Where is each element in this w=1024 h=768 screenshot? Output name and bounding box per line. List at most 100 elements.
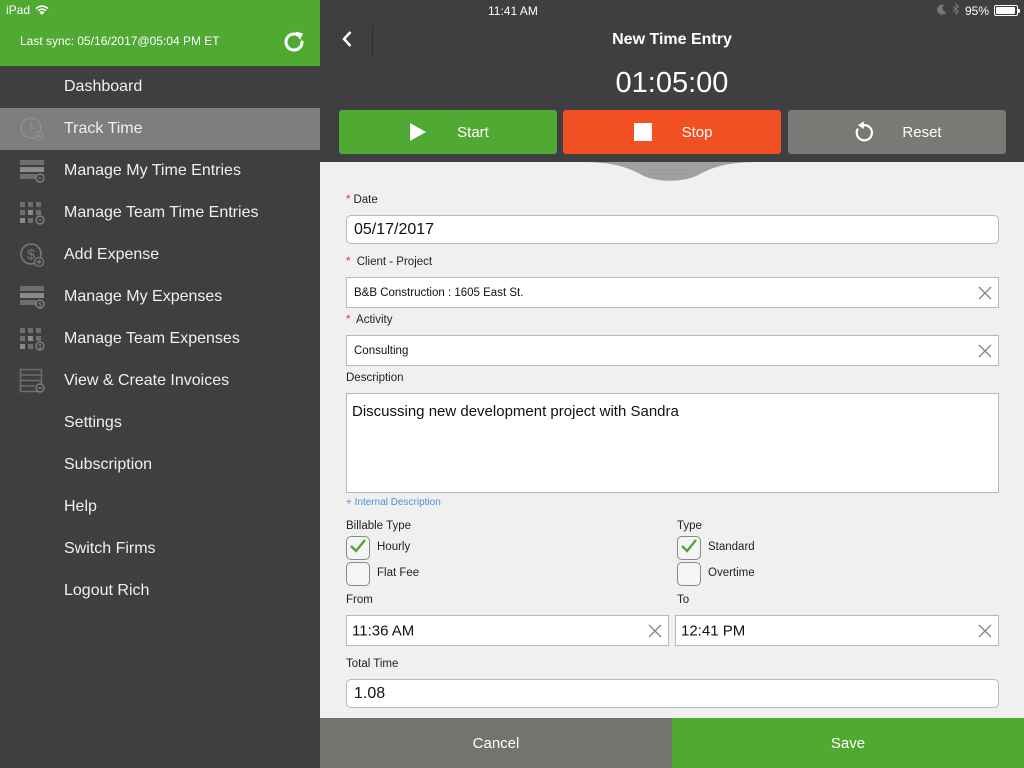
sidebar-item-view-create-invoices[interactable]: View & Create Invoices — [0, 360, 320, 402]
checkmark-icon — [680, 538, 698, 559]
battery-icon — [994, 5, 1020, 16]
activity-label: * Activity — [346, 314, 392, 326]
date-value: 05/17/2017 — [354, 220, 435, 238]
client-project-label: * Client - Project — [346, 256, 432, 268]
billable-type-label: Billable Type — [346, 520, 411, 532]
sidebar-item-label: Settings — [64, 414, 122, 431]
total-time-label: Total Time — [346, 658, 399, 670]
hourly-checkbox[interactable] — [346, 536, 370, 560]
start-label: Start — [457, 123, 489, 141]
date-label: * Date — [346, 194, 378, 206]
sidebar-item-label: Dashboard — [64, 78, 143, 95]
client-project-label-text: Client - Project — [356, 256, 433, 268]
client-project-field[interactable]: B&B Construction : 1605 East St. — [346, 277, 999, 308]
description-value: Discussing new development project with … — [352, 403, 679, 420]
sidebar-item-manage-team-time-entries[interactable]: Manage Team Time Entries — [0, 192, 320, 234]
sidebar-item-help[interactable]: Help — [0, 486, 320, 528]
play-icon — [407, 121, 429, 143]
sidebar-item-logout[interactable]: Logout Rich — [0, 570, 320, 612]
timer-display: 01:05:00 — [615, 67, 729, 99]
hourly-label: Hourly — [377, 541, 411, 553]
moon-icon — [937, 4, 947, 18]
collapse-handle[interactable] — [580, 162, 760, 186]
sidebar-item-add-expense[interactable]: $ Add Expense — [0, 234, 320, 276]
sidebar-item-label: View & Create Invoices — [64, 372, 230, 389]
sidebar-item-manage-team-expenses[interactable]: $ Manage Team Expenses — [0, 318, 320, 360]
client-project-value: B&B Construction : 1605 East St. — [354, 286, 524, 299]
bluetooth-icon — [952, 2, 960, 18]
sidebar-item-dashboard[interactable]: Dashboard — [0, 66, 320, 108]
clear-icon[interactable] — [978, 286, 992, 300]
invoice-icon — [19, 368, 45, 394]
sidebar-item-manage-my-expenses[interactable]: $ Manage My Expenses — [0, 276, 320, 318]
required-marker: * — [346, 314, 351, 326]
main-panel: 11:41 AM 95% New Time Entry 01:05:00 Sta… — [320, 0, 1024, 768]
grid-clock-icon — [19, 200, 45, 226]
sidebar-item-label: Switch Firms — [64, 540, 156, 557]
sidebar-item-label: Manage My Expenses — [64, 288, 223, 305]
total-time-value: 1.08 — [354, 684, 386, 702]
reset-icon — [852, 121, 874, 143]
description-field[interactable]: Discussing new development project with … — [346, 393, 999, 493]
stop-button[interactable]: Stop — [563, 110, 781, 154]
to-time-field[interactable]: 12:41 PM — [675, 615, 999, 646]
sidebar-item-track-time[interactable]: Track Time — [0, 108, 320, 150]
reset-button[interactable]: Reset — [788, 110, 1006, 154]
status-bar-left: iPad — [6, 3, 49, 17]
clear-icon[interactable] — [648, 624, 662, 638]
start-button[interactable]: Start — [339, 110, 557, 154]
standard-checkbox[interactable] — [677, 536, 701, 560]
from-time-value: 11:36 AM — [352, 622, 415, 639]
activity-field[interactable]: Consulting — [346, 335, 999, 366]
reset-label: Reset — [902, 123, 942, 141]
date-field[interactable]: 05/17/2017 — [346, 215, 999, 244]
overtime-label: Overtime — [708, 567, 755, 579]
list-dollar-icon: $ — [19, 284, 45, 310]
sidebar-nav: Dashboard Track Time Manage My Time Entr… — [0, 66, 320, 612]
device-name: iPad — [6, 3, 31, 17]
sidebar-item-label: Track Time — [64, 120, 143, 137]
sidebar-item-label: Help — [64, 498, 97, 515]
sidebar-item-label: Manage My Time Entries — [64, 162, 241, 179]
sidebar-item-label: Manage Team Time Entries — [64, 204, 259, 221]
checkmark-icon — [349, 538, 367, 559]
sidebar: iPad Last sync: 05/16/2017@05:04 PM ET D… — [0, 0, 320, 768]
wifi-icon — [35, 5, 49, 15]
cancel-button[interactable]: Cancel — [320, 718, 672, 768]
dollar-add-icon: $ — [19, 242, 45, 268]
standard-label: Standard — [708, 541, 755, 553]
footer-bar: Cancel Save — [320, 718, 1024, 768]
from-label: From — [346, 594, 373, 606]
activity-label-text: Activity — [356, 314, 393, 326]
overtime-checkbox[interactable] — [677, 562, 701, 586]
clear-icon[interactable] — [978, 344, 992, 358]
page-title: New Time Entry — [612, 31, 732, 48]
sidebar-item-manage-my-time-entries[interactable]: Manage My Time Entries — [0, 150, 320, 192]
clock-add-icon — [19, 116, 45, 142]
type-label: Type — [677, 520, 702, 532]
to-time-value: 12:41 PM — [681, 622, 746, 639]
sidebar-item-label: Logout Rich — [64, 582, 150, 599]
refresh-icon[interactable] — [281, 29, 307, 55]
clear-icon[interactable] — [978, 624, 992, 638]
flat-fee-label: Flat Fee — [377, 567, 420, 579]
required-marker: * — [346, 194, 351, 206]
from-time-field[interactable]: 11:36 AM — [346, 615, 669, 646]
status-bar-time: 11:41 AM — [488, 4, 538, 18]
last-sync-text: Last sync: 05/16/2017@05:04 PM ET — [20, 34, 220, 48]
to-label: To — [677, 594, 690, 606]
list-clock-icon — [19, 158, 45, 184]
total-time-field[interactable]: 1.08 — [346, 679, 999, 708]
sidebar-item-label: Add Expense — [64, 246, 160, 263]
sidebar-item-subscription[interactable]: Subscription — [0, 444, 320, 486]
sidebar-item-settings[interactable]: Settings — [0, 402, 320, 444]
date-label-text: Date — [353, 194, 378, 206]
battery-percent: 95% — [964, 3, 989, 18]
flat-fee-checkbox[interactable] — [346, 562, 370, 586]
top-bar: 11:41 AM 95% New Time Entry 01:05:00 Sta… — [320, 0, 1024, 162]
sidebar-item-label: Manage Team Expenses — [64, 330, 240, 347]
internal-description-link[interactable]: + Internal Description — [346, 497, 441, 508]
sidebar-item-switch-firms[interactable]: Switch Firms — [0, 528, 320, 570]
description-label: Description — [346, 372, 404, 384]
save-button[interactable]: Save — [672, 718, 1024, 768]
